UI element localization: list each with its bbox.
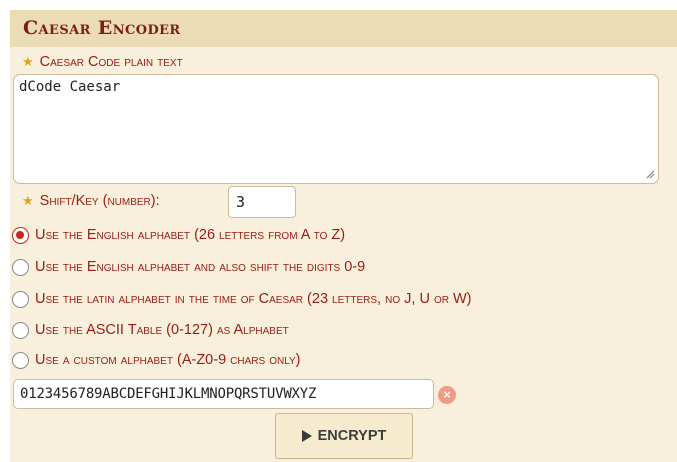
option-label: Use a custom alphabet (A-Z0-9 chars only… xyxy=(35,352,301,368)
clear-icon[interactable]: × xyxy=(438,386,456,404)
radio-button[interactable] xyxy=(12,226,29,244)
option-english-alphabet[interactable]: Use the English alphabet (26 letters fro… xyxy=(12,224,345,246)
play-icon xyxy=(301,430,312,442)
shift-key-input[interactable] xyxy=(228,186,296,218)
option-label: Use the latin alphabet in the time of Ca… xyxy=(35,291,472,307)
radio-button[interactable] xyxy=(12,321,29,339)
resize-grip-icon[interactable] xyxy=(645,169,655,179)
radio-button[interactable] xyxy=(12,351,29,369)
encrypt-button-label: ENCRYPT xyxy=(317,428,387,444)
required-star-icon: ★ xyxy=(22,193,34,208)
option-label: Use the English alphabet and also shift … xyxy=(35,259,366,275)
option-label: Use the English alphabet (26 letters fro… xyxy=(35,227,346,243)
caesar-encoder-panel: Caesar Encoder ★ Caesar Code plain text d… xyxy=(10,10,677,462)
custom-alphabet-input[interactable] xyxy=(13,379,434,409)
option-english-alphabet-digits[interactable]: Use the English alphabet and also shift … xyxy=(12,256,365,278)
plaintext-label: ★ Caesar Code plain text xyxy=(22,54,183,70)
radio-button[interactable] xyxy=(12,258,29,276)
radio-button[interactable] xyxy=(12,290,29,308)
shift-label-text: Shift/Key (number): xyxy=(39,193,160,209)
plaintext-label-text: Caesar Code plain text xyxy=(39,54,183,70)
plaintext-textarea[interactable]: dCode Caesar xyxy=(13,74,659,184)
option-custom-alphabet[interactable]: Use a custom alphabet (A-Z0-9 chars only… xyxy=(12,349,301,371)
panel-title: Caesar Encoder xyxy=(23,17,181,39)
option-ascii-table[interactable]: Use the ASCII Table (0-127) as Alphabet xyxy=(12,319,289,341)
encrypt-button[interactable]: ENCRYPT xyxy=(275,413,413,459)
required-star-icon: ★ xyxy=(22,54,34,69)
option-label: Use the ASCII Table (0-127) as Alphabet xyxy=(35,322,289,338)
option-latin-alphabet[interactable]: Use the latin alphabet in the time of Ca… xyxy=(12,288,472,310)
shift-label: ★ Shift/Key (number): xyxy=(22,193,160,209)
panel-header: Caesar Encoder xyxy=(10,10,677,47)
